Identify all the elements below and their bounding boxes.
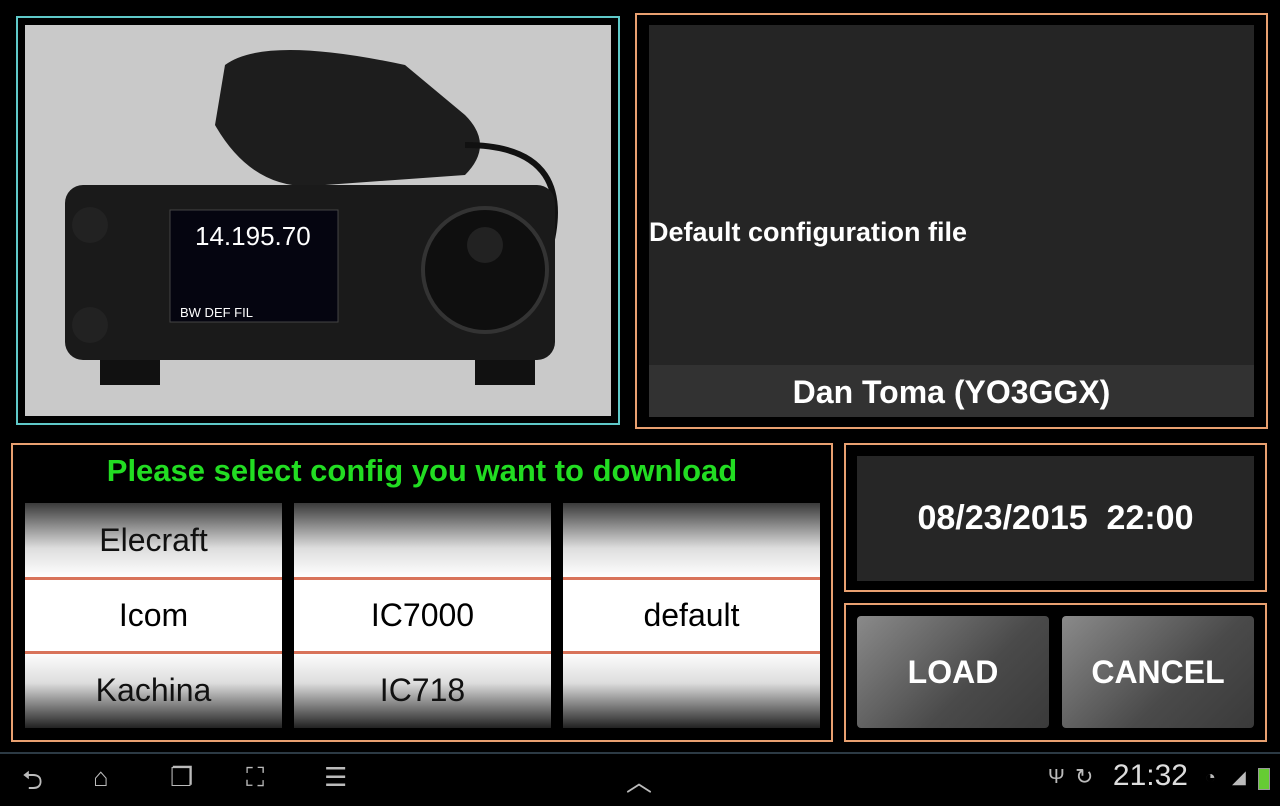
config-date: 08/23/2015 22:00 [857, 456, 1254, 581]
picker-title: Please select config you want to downloa… [106, 453, 738, 488]
radio-image: 14.195.70 BW DEF FIL [65, 50, 558, 385]
config-author: Dan Toma (YO3GGX) [649, 365, 1254, 417]
action-panel: LOAD CANCEL [844, 603, 1267, 742]
wheel-item[interactable] [563, 503, 820, 578]
config-picker-panel: Please select config you want to downloa… [11, 443, 833, 742]
manufacturer-wheel[interactable]: Elecraft Icom Kachina [25, 503, 282, 728]
sync-icon: ↻ [1075, 764, 1094, 789]
battery-icon [1258, 768, 1270, 790]
menu-icon[interactable]: ☰ [324, 762, 347, 793]
usb-icon: Ψ [1048, 766, 1065, 788]
selection-line [294, 651, 551, 654]
selection-line [25, 577, 282, 580]
selection-line [563, 651, 820, 654]
home-icon[interactable]: ⌂ [93, 762, 109, 793]
wheel-item[interactable] [294, 503, 551, 578]
screenshot-icon[interactable]: ⛶ [246, 762, 264, 794]
radio-image-panel: 14.195.70 BW DEF FIL [16, 16, 620, 425]
cancel-button[interactable]: CANCEL [1062, 616, 1254, 728]
chevron-up-icon[interactable]: ︿ [626, 762, 652, 799]
radio-frequency-display: 14.195.70 [195, 221, 311, 251]
wheel-item[interactable]: Kachina [25, 653, 282, 728]
config-description: Default configuration file [649, 217, 968, 247]
selection-line [25, 651, 282, 654]
load-button[interactable]: LOAD [857, 616, 1049, 728]
wifi-icon: ◔ [1205, 767, 1216, 787]
status-clock: 21:32 [1112, 759, 1188, 792]
wheel-item[interactable]: IC718 [294, 653, 551, 728]
back-icon[interactable]: ⮌ [22, 762, 43, 806]
wheel-item-selected[interactable]: Icom [25, 578, 282, 653]
date-panel: 08/23/2015 22:00 [844, 443, 1267, 592]
wheel-item[interactable] [563, 653, 820, 728]
svg-text:BW DEF FIL: BW DEF FIL [180, 305, 253, 320]
selection-line [294, 577, 551, 580]
selection-line [563, 577, 820, 580]
wheel-item-selected[interactable]: IC7000 [294, 578, 551, 653]
signal-icon: ◢ [1232, 767, 1246, 787]
config-info-panel: Default configuration file Dan Toma (YO3… [635, 13, 1268, 429]
config-wheel[interactable]: default [563, 503, 820, 728]
wheel-item[interactable]: Elecraft [25, 503, 282, 578]
model-wheel[interactable]: IC7000 IC718 [294, 503, 551, 728]
system-navigation-bar: ⮌ ⌂ ❐ ⛶ ☰ ︿ Ψ ↻ 21:32 ◔ ◢ [0, 752, 1280, 800]
wheel-item-selected[interactable]: default [563, 578, 820, 653]
recent-apps-icon[interactable]: ❐ [170, 762, 193, 793]
